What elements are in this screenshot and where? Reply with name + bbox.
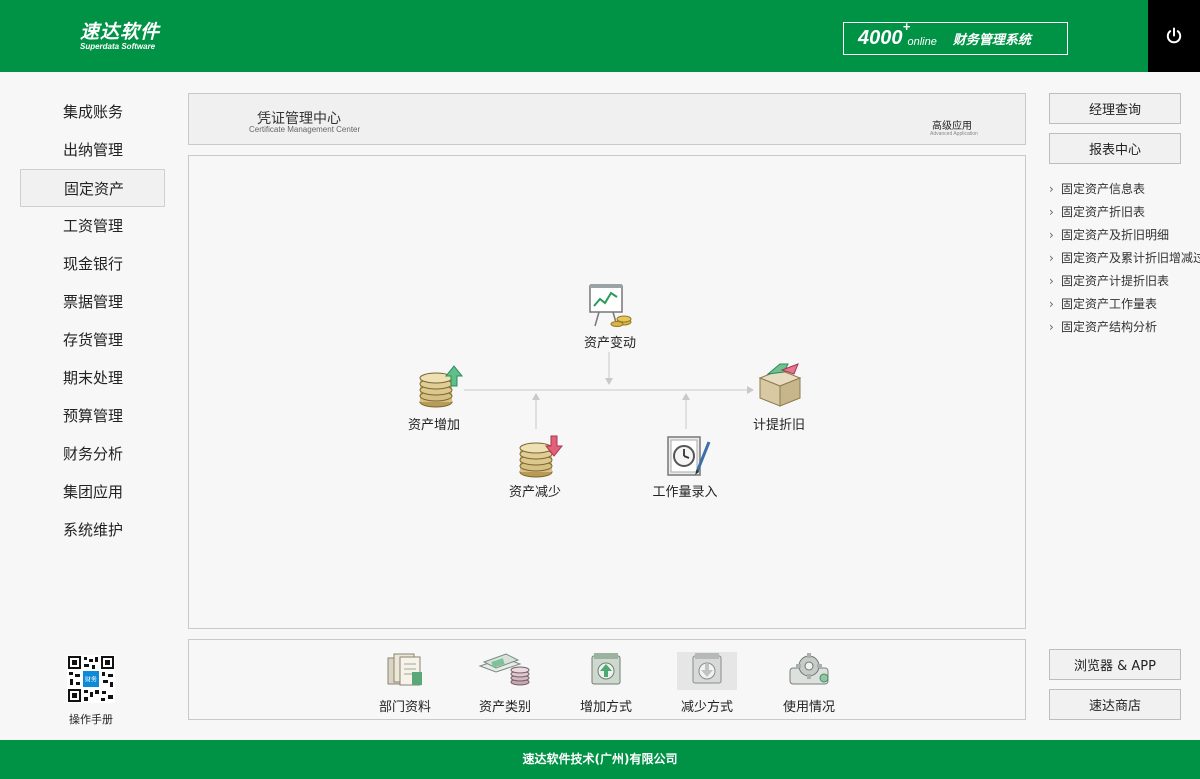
- nav-item-cashier[interactable]: 出纳管理: [20, 131, 165, 169]
- system-name: 财务管理系统: [952, 33, 1031, 48]
- asset-reduce-label: 资产减少: [508, 485, 562, 500]
- browser-app-button[interactable]: 浏览器 & APP: [1049, 649, 1181, 680]
- header-bar: 速达软件 Superdata Software 4000 + online 财务管…: [0, 0, 1200, 72]
- reduce-method-icon: [692, 653, 722, 684]
- add-method-label: 增加方式: [579, 700, 632, 715]
- nav-item-fixed-assets[interactable]: 固定资产: [20, 169, 165, 207]
- asset-reduce-node[interactable]: [516, 434, 564, 478]
- report-link-asset-info[interactable]: 固定资产信息表: [1047, 182, 1200, 197]
- report-link-structure-analysis[interactable]: 固定资产结构分析: [1047, 320, 1200, 335]
- usage-status-button[interactable]: 使用情况: [764, 652, 854, 715]
- usage-status-label: 使用情况: [782, 700, 835, 715]
- power-button[interactable]: [1148, 0, 1200, 72]
- nav-item-bills[interactable]: 票据管理: [20, 283, 165, 321]
- flow-diagram-panel: 资产变动 资产增加 资产减少 工作量录入 计提折旧: [188, 155, 1026, 629]
- nav-item-financial-analysis[interactable]: 财务分析: [20, 435, 165, 473]
- module-title-panel: 凭证管理中心 Certificate Management Center 高级应…: [188, 93, 1026, 145]
- manual-label: 操作手册: [69, 713, 113, 726]
- advanced-apps-subtitle: Advanced Application: [930, 131, 978, 137]
- asset-add-node[interactable]: [416, 364, 464, 408]
- brand-logo: 速达软件 Superdata Software: [80, 22, 160, 51]
- department-icon: [387, 653, 422, 686]
- footer-company: 速达软件技术(广州)有限公司: [522, 752, 678, 766]
- logo-main-text: 速达软件: [80, 21, 161, 43]
- manager-query-button[interactable]: 经理查询: [1049, 93, 1181, 124]
- asset-change-label: 资产变动: [583, 336, 637, 351]
- system-name-box: 4000 + online 财务管理系统: [843, 19, 1068, 55]
- reduce-method-label: 减少方式: [680, 700, 733, 715]
- nav-item-period-end[interactable]: 期末处理: [20, 359, 165, 397]
- reduce-method-button[interactable]: 减少方式: [662, 652, 752, 715]
- nav-item-cash-bank[interactable]: 现金银行: [20, 245, 165, 283]
- flow-connectors: [464, 352, 754, 429]
- report-link-asset-depreciation-detail[interactable]: 固定资产及折旧明细: [1047, 228, 1200, 243]
- department-data-label: 部门资料: [378, 700, 431, 715]
- add-method-button[interactable]: 增加方式: [561, 652, 651, 715]
- report-link-workload[interactable]: 固定资产工作量表: [1047, 297, 1200, 312]
- power-icon: [1166, 27, 1182, 44]
- asset-category-label: 资产类别: [478, 700, 531, 715]
- store-button[interactable]: 速达商店: [1049, 689, 1181, 720]
- report-center-button[interactable]: 报表中心: [1049, 133, 1181, 164]
- chart-board-icon: [589, 284, 632, 327]
- asset-category-button[interactable]: 资产类别: [460, 652, 550, 715]
- report-link-depreciation-provision[interactable]: 固定资产计提折旧表: [1047, 274, 1200, 289]
- add-method-icon: [591, 653, 621, 685]
- module-subtitle: Certificate Management Center: [249, 125, 361, 134]
- system-number: 4000 +: [858, 19, 911, 49]
- logo-sub-text: Superdata Software: [80, 42, 156, 51]
- nav-item-system-maintenance[interactable]: 系统维护: [20, 511, 165, 549]
- coins-down-icon: [519, 435, 564, 478]
- workload-entry-label: 工作量录入: [652, 485, 718, 500]
- nav-item-integrated-accounts[interactable]: 集成账务: [20, 93, 165, 131]
- depreciation-node[interactable]: [754, 360, 806, 408]
- report-link-accumulated-depreciation[interactable]: 固定资产及累计折旧增减过程: [1047, 251, 1200, 266]
- nav-item-payroll[interactable]: 工资管理: [20, 207, 165, 245]
- clock-document-icon: [667, 436, 711, 476]
- usage-icon: [789, 653, 829, 685]
- nav-item-budget[interactable]: 预算管理: [20, 397, 165, 435]
- system-plus: +: [902, 19, 911, 34]
- asset-add-label: 资产增加: [407, 418, 461, 433]
- basic-settings-panel: 部门资料 资产类别 增加方式 减少方式 使用情况: [188, 639, 1026, 720]
- report-link-depreciation[interactable]: 固定资产折旧表: [1047, 205, 1200, 220]
- asset-category-icon: [478, 653, 530, 686]
- coins-up-icon: [419, 365, 464, 408]
- footer-bar: 速达软件技术(广州)有限公司: [0, 740, 1200, 779]
- nav-item-group-apps[interactable]: 集团应用: [20, 473, 165, 511]
- nav-item-inventory[interactable]: 存货管理: [20, 321, 165, 359]
- qr-badge-text: 财务: [85, 676, 97, 684]
- reduce-method-icon-wrap: [677, 652, 737, 690]
- manual-link[interactable]: 财务 操作手册: [62, 655, 120, 727]
- system-online: online: [907, 35, 937, 48]
- asset-change-node[interactable]: [587, 282, 635, 330]
- report-link-list: 固定资产信息表 固定资产折旧表 固定资产及折旧明细 固定资产及累计折旧增减过程 …: [1047, 182, 1200, 343]
- qr-code-icon: 财务: [67, 655, 115, 703]
- left-navigation: 集成账务 出纳管理 固定资产 工资管理 现金银行 票据管理 存货管理 期末处理 …: [20, 93, 165, 549]
- department-data-button[interactable]: 部门资料: [360, 652, 450, 715]
- workload-entry-node[interactable]: [664, 434, 712, 478]
- advanced-apps-link[interactable]: 高级应用: [932, 117, 972, 132]
- depreciation-label: 计提折旧: [752, 418, 806, 433]
- box-arrows-icon: [758, 363, 802, 407]
